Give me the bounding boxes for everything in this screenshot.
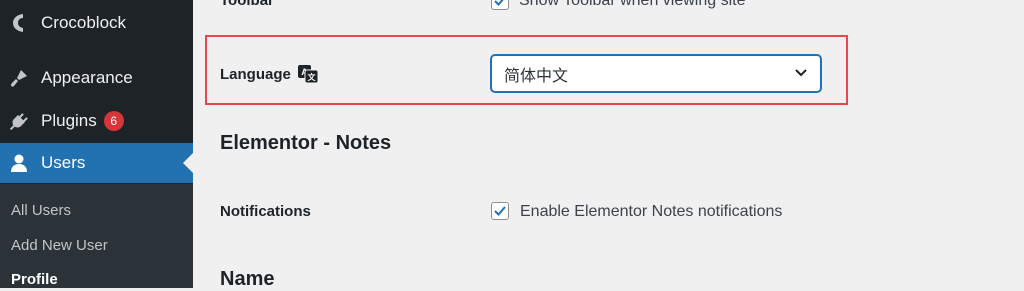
crocoblock-icon	[8, 12, 30, 34]
submenu-item-all-users[interactable]: All Users	[11, 202, 71, 219]
toolbar-label: Toolbar	[220, 0, 274, 9]
language-label: Language A 文	[220, 64, 319, 84]
sidebar-item-label: Appearance	[41, 68, 133, 87]
section-title-elementor-notes: Elementor - Notes	[220, 132, 392, 154]
checkmark-icon	[494, 206, 506, 216]
chevron-down-icon	[794, 65, 808, 83]
language-select[interactable]: 简体中文	[491, 55, 821, 92]
submenu-item-add-new-user[interactable]: Add New User	[11, 237, 108, 254]
checkmark-icon	[494, 0, 504, 6]
brush-icon	[8, 67, 30, 89]
current-menu-arrow	[183, 153, 193, 173]
users-submenu: All Users Add New User Profile	[0, 184, 193, 288]
show-toolbar-label: Show Toolbar when viewing site	[519, 0, 746, 9]
notifications-label: Notifications	[220, 203, 311, 220]
profile-form: Toolbar Show Toolbar when viewing site L…	[193, 0, 1024, 290]
language-label-text: Language	[220, 65, 291, 83]
sidebar-item-label: Plugins	[41, 111, 97, 130]
submenu-item-profile[interactable]: Profile	[11, 271, 58, 288]
sidebar-item-plugins[interactable]: Plugins 6	[0, 101, 193, 141]
svg-text:文: 文	[307, 72, 316, 82]
sidebar-item-crocoblock[interactable]: Crocoblock	[0, 3, 193, 43]
sidebar-item-users[interactable]: Users	[0, 143, 193, 183]
admin-sidebar: Crocoblock Appearance Plugins 6 Users Al…	[0, 0, 193, 288]
plug-icon	[8, 110, 30, 132]
language-select-value: 简体中文	[504, 67, 569, 85]
notes-notifications-checkbox[interactable]	[491, 202, 509, 220]
notes-notifications-label: Enable Elementor Notes notifications	[520, 203, 783, 220]
sidebar-item-appearance[interactable]: Appearance	[0, 58, 193, 98]
sidebar-item-label: Crocoblock	[41, 13, 127, 32]
translate-icon: A 文	[297, 64, 319, 84]
user-icon	[8, 152, 30, 174]
sidebar-item-label: Users	[41, 153, 86, 172]
show-toolbar-checkbox[interactable]	[491, 0, 509, 10]
update-count-badge: 6	[103, 111, 124, 131]
